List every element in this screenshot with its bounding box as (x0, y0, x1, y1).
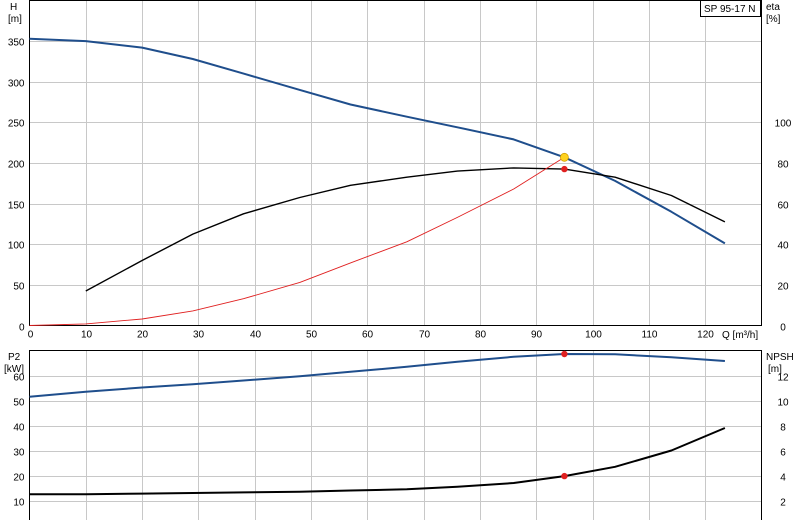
bottom-right-axis-label-1: NPSH (766, 352, 794, 363)
y-right-tick-label: 40 (777, 241, 789, 252)
series-line-2 (85, 167, 726, 292)
x-tick-label: 50 (306, 330, 318, 341)
x-tick-label: 40 (250, 330, 262, 341)
series-line-2 (29, 427, 726, 496)
x-tick-label: 120 (697, 330, 714, 341)
series-line-3 (29, 156, 565, 326)
chart-title: SP 95-17 N (704, 4, 756, 15)
x-tick-label: 80 (475, 330, 487, 341)
x-tick-label: 30 (193, 330, 205, 341)
y-left-tick-label: 300 (8, 79, 25, 90)
bottom-left-axis-label-1: P2 (8, 352, 21, 363)
y-left-tick-label: 10 (13, 498, 25, 509)
x-tick-label: 90 (531, 330, 543, 341)
y-left-tick-label: 50 (13, 398, 25, 409)
x-axis-label: Q [m³/h] (722, 330, 758, 341)
bottom-right-axis-label-2: [m] (768, 364, 782, 375)
top-left-axis-label-2: [m] (8, 14, 22, 25)
y-right-tick-label: 10 (777, 398, 789, 409)
y-left-tick-label: 0 (19, 323, 25, 334)
y-left-tick-label: 50 (13, 282, 25, 293)
bottom-ticks: 10203040506024681012 (13, 373, 789, 509)
y-left-tick-label: 30 (13, 448, 25, 459)
y-right-tick-label: 6 (780, 448, 786, 459)
pump-curve-chart: 0 10 20 30 40 50 60 70 80 90 100 110 120050100150200… (4, 0, 794, 520)
bottom-series (29, 350, 726, 496)
series-line-1 (29, 37, 726, 245)
y-right-tick-label: 80 (777, 160, 789, 171)
top-right-axis-label-1: eta (766, 2, 780, 13)
top-panel: 0 10 20 30 40 50 60 70 80 90 100 110 120050100150200… (8, 0, 792, 341)
y-right-tick-label: 60 (777, 201, 789, 212)
duty-point-marker-2 (561, 165, 568, 173)
y-left-tick-label: 250 (8, 119, 25, 130)
top-right-axis-label-2: [%] (766, 14, 781, 25)
y-right-tick-label: 8 (780, 423, 786, 434)
series-line-1 (29, 353, 725, 398)
y-left-tick-label: 150 (8, 201, 25, 212)
bottom-panel: 10203040506024681012 P2 [kW] NPSH [m] (4, 350, 794, 520)
x-tick-label: 60 (362, 330, 374, 341)
y-right-tick-label: 20 (777, 282, 789, 293)
x-tick-label: 0 (28, 330, 34, 341)
y-left-tick-label: 100 (8, 241, 25, 252)
duty-point-marker-1 (560, 152, 569, 162)
y-left-tick-label: 350 (8, 38, 25, 49)
top-series (29, 37, 726, 326)
y-right-tick-label: 4 (780, 473, 786, 484)
top-grid (29, 0, 762, 326)
x-tick-label: 110 (642, 330, 658, 341)
y-left-tick-label: 200 (8, 160, 25, 171)
duty-point-marker-1 (561, 350, 568, 358)
y-right-tick-label: 2 (780, 498, 786, 509)
y-left-tick-label: 20 (13, 473, 25, 484)
x-tick-label: 100 (585, 330, 602, 341)
duty-point-marker-2 (561, 472, 568, 480)
x-tick-label: 10 (81, 330, 93, 341)
x-tick-label: 20 (137, 330, 149, 341)
top-left-axis-label-1: H (10, 2, 17, 13)
x-tick-label: 70 (419, 330, 431, 341)
y-right-tick-label: 100 (775, 119, 792, 130)
y-left-tick-label: 40 (13, 423, 25, 434)
y-right-tick-label: 0 (780, 323, 786, 334)
bottom-left-axis-label-2: [kW] (4, 364, 24, 375)
